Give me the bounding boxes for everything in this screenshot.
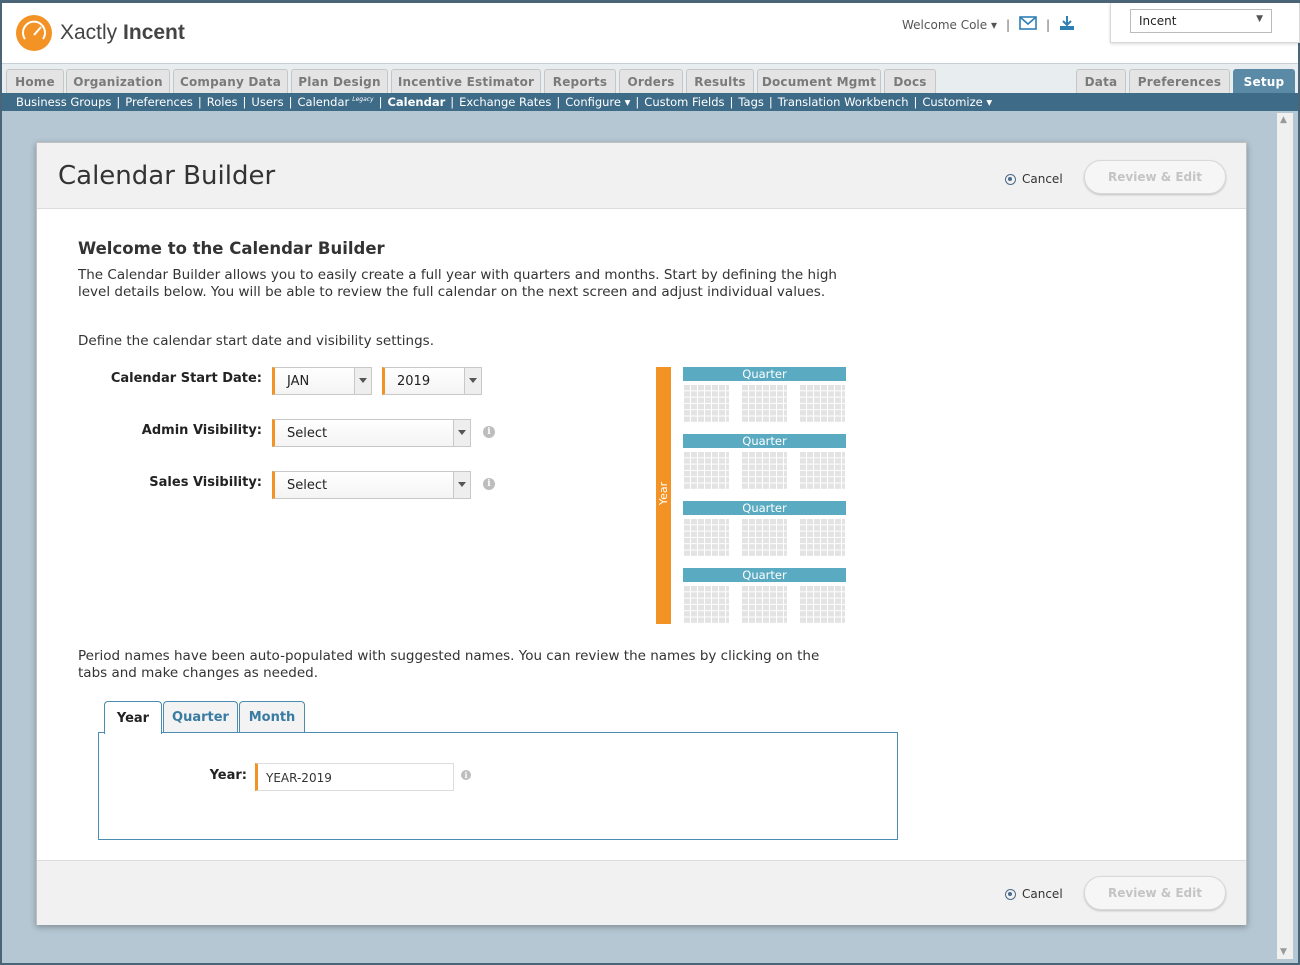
month-grid xyxy=(683,452,729,489)
tab-incentive-estimator[interactable]: Incentive Estimator xyxy=(391,69,541,94)
tab-setup[interactable]: Setup xyxy=(1233,69,1295,94)
top-bar: Xactly Incent Welcome Cole ▾ | | Incent … xyxy=(2,3,1300,63)
user-area: Welcome Cole ▾ | | xyxy=(902,15,1075,34)
cancel-button-top[interactable]: Cancel xyxy=(1005,172,1063,186)
chevron-down-icon xyxy=(453,472,470,498)
tab-orders[interactable]: Orders xyxy=(619,69,683,94)
sales-visibility-select[interactable]: Select xyxy=(272,471,471,499)
quarter-header: Quarter xyxy=(683,501,846,515)
intro-line-2: level details below. You will be able to… xyxy=(78,284,826,300)
tab-home[interactable]: Home xyxy=(6,69,64,94)
cancel-button-bottom[interactable]: Cancel xyxy=(1005,887,1063,901)
page-scrollbar[interactable]: ▲ ▼ xyxy=(1277,113,1293,959)
month-grid xyxy=(799,519,845,556)
card-footer: Cancel Review & Edit xyxy=(37,860,1246,925)
subnav-configure[interactable]: Configure ▾ xyxy=(565,95,630,109)
subnav-customize[interactable]: Customize ▾ xyxy=(922,95,992,109)
subnav-custom-fields[interactable]: Custom Fields xyxy=(644,95,724,109)
period-text-2: tabs and make changes as needed. xyxy=(78,665,319,681)
quarter-header: Quarter xyxy=(683,434,846,448)
subnav-users[interactable]: Users xyxy=(251,95,283,109)
admin-visibility-select[interactable]: Select xyxy=(272,419,471,447)
month-grid xyxy=(741,519,787,556)
subnav-calendar-legacy[interactable]: Calendar Legacy xyxy=(298,95,374,109)
review-edit-button-top[interactable]: Review & Edit xyxy=(1084,160,1226,194)
info-icon[interactable]: i xyxy=(483,426,495,438)
main-tab-bar: Home Organization Company Data Plan Desi… xyxy=(2,63,1298,94)
quarter-header: Quarter xyxy=(683,568,846,582)
tab-docs[interactable]: Docs xyxy=(884,69,936,94)
info-icon[interactable]: i xyxy=(483,478,495,490)
cancel-icon xyxy=(1005,888,1016,900)
chevron-down-icon xyxy=(354,368,371,394)
start-month-select[interactable]: JAN xyxy=(272,367,372,395)
quarter-header: Quarter xyxy=(683,367,846,381)
month-grid xyxy=(741,586,787,623)
month-grid xyxy=(799,452,845,489)
chevron-down-icon xyxy=(453,420,470,446)
month-grid xyxy=(683,519,729,556)
download-icon[interactable] xyxy=(1059,15,1075,34)
admin-visibility-label: Admin Visibility: xyxy=(141,423,262,438)
subnav-exchange-rates[interactable]: Exchange Rates xyxy=(459,95,551,109)
page-title: Calendar Builder xyxy=(58,161,276,191)
sales-visibility-label: Sales Visibility: xyxy=(149,475,262,490)
app-switcher-panel: Incent ▼ xyxy=(1110,3,1300,43)
start-year-select[interactable]: 2019 xyxy=(382,367,482,395)
tab-reports[interactable]: Reports xyxy=(544,69,616,94)
tab-results[interactable]: Results xyxy=(686,69,754,94)
tab-year[interactable]: Year xyxy=(104,701,162,734)
review-edit-button-bottom[interactable]: Review & Edit xyxy=(1084,876,1226,910)
tab-month[interactable]: Month xyxy=(239,701,305,733)
dropdown-arrow-icon: ▼ xyxy=(1256,14,1263,24)
tab-organization[interactable]: Organization xyxy=(66,69,170,94)
setup-subnav: Business Groups | Preferences | Roles | Use… xyxy=(2,93,1298,111)
chevron-down-icon xyxy=(464,368,481,394)
gauge-icon xyxy=(16,15,52,51)
tab-data[interactable]: Data xyxy=(1076,69,1126,94)
scroll-down-icon[interactable]: ▼ xyxy=(1280,947,1287,957)
subnav-tags[interactable]: Tags xyxy=(738,95,763,109)
month-grid xyxy=(799,586,845,623)
year-tab-panel: Year: YEAR-2019 i xyxy=(98,732,898,840)
month-grid xyxy=(741,385,787,422)
tab-quarter[interactable]: Quarter xyxy=(163,701,238,733)
tab-preferences[interactable]: Preferences xyxy=(1129,69,1230,94)
card-header: Calendar Builder Cancel Review & Edit xyxy=(37,143,1246,209)
tab-company-data[interactable]: Company Data xyxy=(173,69,288,94)
subnav-business-groups[interactable]: Business Groups xyxy=(16,95,111,109)
app-logo[interactable]: Xactly Incent xyxy=(16,15,185,51)
welcome-user-menu[interactable]: Welcome Cole ▾ xyxy=(902,18,997,32)
start-date-label: Calendar Start Date: xyxy=(110,371,262,386)
intro-line-1: The Calendar Builder allows you to easil… xyxy=(78,267,837,283)
subnav-roles[interactable]: Roles xyxy=(207,95,238,109)
subnav-calendar[interactable]: Calendar xyxy=(387,95,445,109)
year-bar: Year xyxy=(656,367,671,624)
tab-plan-design[interactable]: Plan Design xyxy=(291,69,388,94)
month-grid xyxy=(799,385,845,422)
year-field-label: Year: xyxy=(209,768,247,783)
welcome-heading: Welcome to the Calendar Builder xyxy=(78,239,385,258)
month-grid xyxy=(741,452,787,489)
scroll-up-icon[interactable]: ▲ xyxy=(1280,115,1287,125)
info-icon[interactable]: i xyxy=(461,770,471,780)
calendar-builder-card: Calendar Builder Cancel Review & Edit We… xyxy=(36,142,1247,925)
mail-icon[interactable] xyxy=(1019,16,1037,33)
logo-text: Xactly Incent xyxy=(60,21,185,44)
cancel-icon xyxy=(1005,173,1016,185)
month-grid xyxy=(683,385,729,422)
tab-document-mgmt[interactable]: Document Mgmt xyxy=(757,69,881,94)
app-switcher-select[interactable]: Incent ▼ xyxy=(1130,9,1272,33)
year-name-input[interactable]: YEAR-2019 xyxy=(255,763,454,791)
subnav-translation-workbench[interactable]: Translation Workbench xyxy=(778,95,909,109)
define-instructions: Define the calendar start date and visib… xyxy=(78,333,434,349)
period-text-1: Period names have been auto-populated wi… xyxy=(78,648,820,664)
subnav-preferences[interactable]: Preferences xyxy=(125,95,193,109)
month-grid xyxy=(683,586,729,623)
